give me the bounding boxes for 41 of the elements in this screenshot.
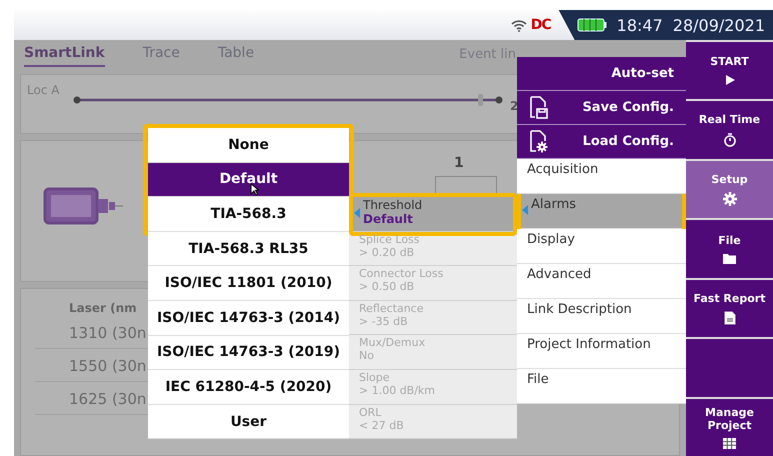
end-location-label: 2 xyxy=(510,99,518,113)
menu-item[interactable]: File xyxy=(517,369,686,404)
tab[interactable]: SmartLink xyxy=(24,41,105,67)
pointer-icon xyxy=(522,205,528,215)
settings-icon xyxy=(722,192,736,206)
file-gear-icon xyxy=(529,130,549,154)
menu-item[interactable]: Acquisition xyxy=(517,159,686,194)
event-number: 1 xyxy=(454,155,464,171)
date-text: 28/09/2021 xyxy=(672,16,765,34)
mouse-cursor-icon xyxy=(250,183,259,196)
column-header: Laser (nm xyxy=(69,301,137,315)
sidebar-blank-button[interactable] xyxy=(686,339,773,397)
grid-icon xyxy=(723,438,736,449)
menu-item[interactable]: TIA-568.3 RL35 xyxy=(148,232,349,266)
otdr-device-icon xyxy=(43,187,123,227)
play-icon xyxy=(724,74,736,86)
clock-time: 18:47 xyxy=(616,16,663,34)
menu-item[interactable]: Alarms xyxy=(521,194,682,229)
stopwatch-icon xyxy=(722,132,736,148)
sidebar-button[interactable]: Fast Report xyxy=(686,280,773,338)
menu-item[interactable]: Display xyxy=(517,229,686,264)
sidebar-button[interactable]: Real Time xyxy=(686,101,773,159)
folder-icon xyxy=(722,253,736,264)
menu-item[interactable]: Link Description xyxy=(517,299,686,334)
sidebar-button[interactable]: File xyxy=(686,220,773,278)
setting-item[interactable]: Threshold Default xyxy=(353,197,513,232)
battery-icon xyxy=(576,18,607,32)
sidebar-button[interactable]: START xyxy=(686,42,773,100)
menu-action-button[interactable]: Auto-set xyxy=(517,57,686,91)
sidebar-button[interactable]: Manage Project xyxy=(686,398,773,456)
sidebar-button[interactable]: Setup xyxy=(686,160,773,218)
power-source-label: DC xyxy=(530,17,551,33)
menu-action-button[interactable]: Save Config. xyxy=(517,91,686,125)
menu-action-button[interactable]: Load Config. xyxy=(517,125,686,159)
wifi-icon xyxy=(510,18,527,32)
document-icon xyxy=(724,310,736,325)
menu-item[interactable]: Advanced xyxy=(517,264,686,299)
menu-item[interactable]: Project Information xyxy=(517,334,686,369)
file-save-icon xyxy=(529,96,549,120)
menu-item[interactable]: Default xyxy=(148,162,349,198)
pointer-icon xyxy=(354,208,360,218)
